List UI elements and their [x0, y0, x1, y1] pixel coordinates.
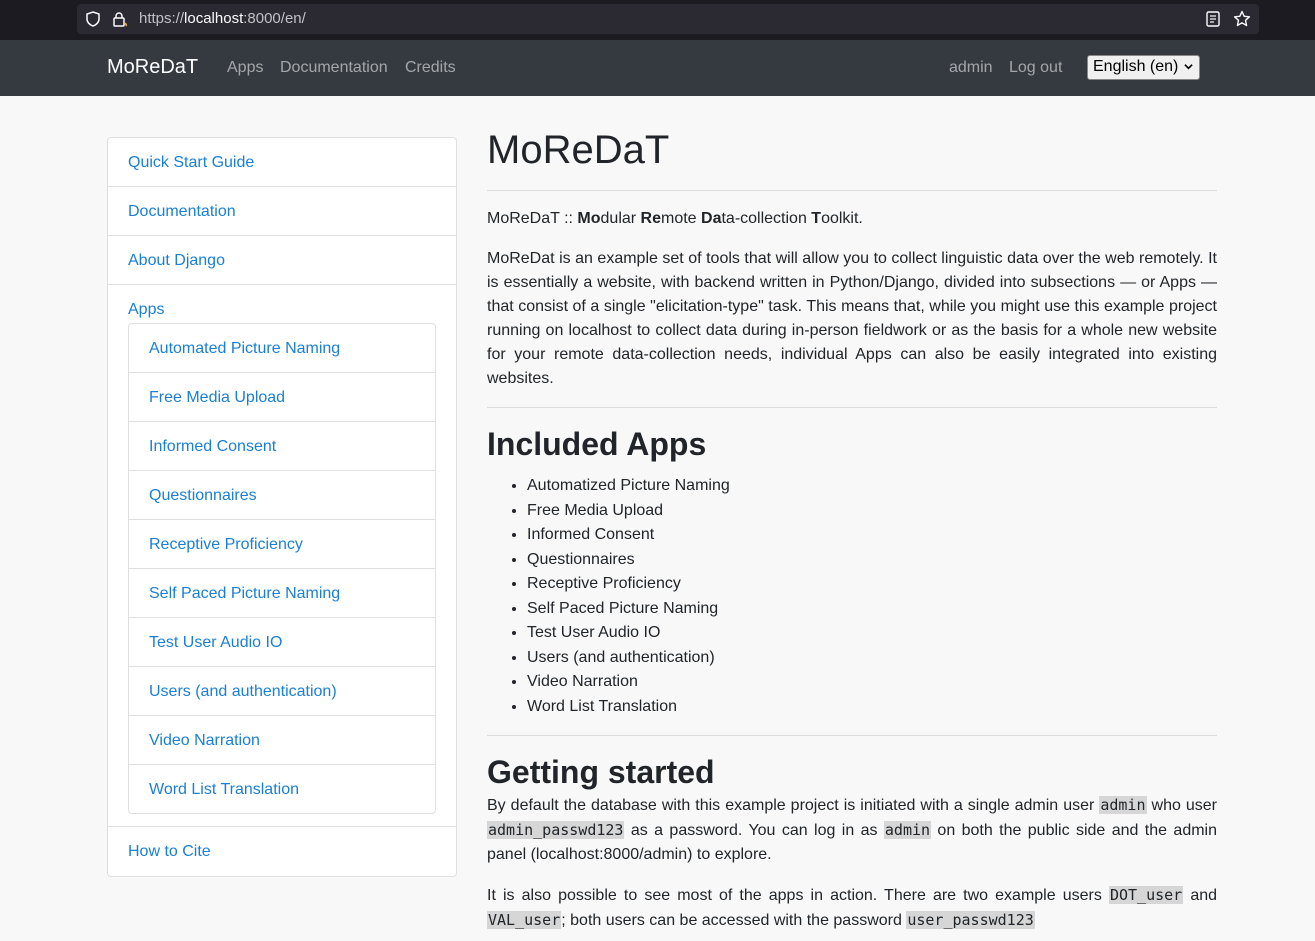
included-apps-heading: Included Apps [487, 426, 707, 462]
list-item: Users (and authentication) [527, 646, 1217, 671]
main-content: MoReDaT MoReDaT :: Modular Remote Data-c… [487, 118, 1217, 933]
page-title: MoReDaT [487, 128, 670, 172]
code-inline: admin_passwd123 [487, 821, 625, 839]
tagline: MoReDaT :: Modular Remote Data-collectio… [487, 207, 1217, 231]
sidebar: Quick Start Guide Documentation About Dj… [107, 137, 457, 877]
url-path: :8000/en/ [243, 10, 306, 27]
site-navbar: MoReDaT Apps Documentation Credits admin… [0, 40, 1315, 96]
shield-icon[interactable] [85, 11, 101, 27]
lock-icon[interactable] [111, 11, 127, 27]
list-item: Free Media Upload [527, 499, 1217, 524]
getting-started-paragraph-1: By default the database with this exampl… [487, 793, 1217, 867]
list-item: Automatized Picture Naming [527, 474, 1217, 499]
code-inline: admin [1099, 796, 1147, 814]
chevron-down-icon [1184, 64, 1193, 70]
url-text[interactable]: https://localhost:8000/en/ [139, 10, 306, 27]
sidebar-app-item[interactable]: Free Media Upload [129, 373, 435, 422]
sidebar-app-item[interactable]: Automated Picture Naming [129, 324, 435, 373]
divider [487, 407, 1217, 408]
list-item: Receptive Proficiency [527, 572, 1217, 597]
sidebar-app-item[interactable]: Receptive Proficiency [129, 520, 435, 569]
nav-documentation-link[interactable]: Documentation [280, 59, 388, 77]
tagline-prefix: MoReDaT :: [487, 210, 578, 227]
tagline-text: dular [600, 210, 641, 227]
address-bar[interactable]: https://localhost:8000/en/ [77, 4, 1259, 34]
sidebar-app-item[interactable]: Test User Audio IO [129, 618, 435, 667]
text: as a password. You can log in as [624, 822, 884, 839]
list-item: Test User Audio IO [527, 621, 1217, 646]
sidebar-item-about-django[interactable]: About Django [108, 236, 456, 285]
tagline-bold: Re [640, 210, 661, 227]
tagline-text: mote [661, 210, 702, 227]
url-scheme: https:// [139, 10, 185, 27]
divider [487, 735, 1217, 736]
text: By default the database with this exampl… [487, 797, 1100, 814]
nav-user-link[interactable]: admin [949, 59, 993, 77]
text: who user [1146, 797, 1218, 814]
tagline-bold: Da [701, 210, 722, 227]
sidebar-item-how-to-cite[interactable]: How to Cite [108, 827, 456, 876]
sidebar-app-item[interactable]: Questionnaires [129, 471, 435, 520]
text: ; both users can be accessed with the pa… [561, 912, 907, 929]
browser-toolbar: https://localhost:8000/en/ [0, 0, 1315, 40]
sidebar-app-item[interactable]: Word List Translation [129, 765, 435, 813]
code-inline: user_passwd123 [906, 911, 1035, 929]
sidebar-app-item[interactable]: Video Narration [129, 716, 435, 765]
intro-paragraph: MoReDat is an example set of tools that … [487, 250, 1217, 387]
divider [487, 190, 1217, 191]
list-item: Word List Translation [527, 695, 1217, 720]
brand-logo[interactable]: MoReDaT [107, 56, 198, 79]
language-select-value: English (en) [1093, 58, 1179, 75]
list-item: Informed Consent [527, 523, 1217, 548]
sidebar-apps-section: Apps Automated Picture Naming Free Media… [108, 285, 456, 827]
included-apps-list: Automatized Picture Naming Free Media Up… [487, 474, 1217, 719]
language-select[interactable]: English (en) [1087, 55, 1200, 80]
code-inline: DOT_user [1108, 886, 1184, 904]
nav-logout-link[interactable]: Log out [1009, 59, 1062, 77]
getting-started-heading: Getting started [487, 754, 715, 790]
bookmark-star-icon[interactable] [1233, 10, 1251, 28]
code-inline: VAL_user [487, 911, 562, 929]
sidebar-app-item[interactable]: Informed Consent [129, 422, 435, 471]
list-item: Self Paced Picture Naming [527, 597, 1217, 622]
code-inline: admin [883, 821, 932, 839]
sidebar-app-item[interactable]: Self Paced Picture Naming [129, 569, 435, 618]
sidebar-item-documentation[interactable]: Documentation [108, 187, 456, 236]
sidebar-apps-list: Automated Picture Naming Free Media Uplo… [128, 323, 436, 814]
tagline-text: oolkit. [821, 210, 863, 227]
reader-view-icon[interactable] [1205, 11, 1221, 27]
sidebar-item-apps[interactable]: Apps [128, 301, 436, 319]
nav-credits-link[interactable]: Credits [405, 59, 456, 77]
list-item: Questionnaires [527, 548, 1217, 573]
text: It is also possible to see most of the a… [487, 887, 1109, 904]
url-host: localhost [184, 10, 244, 27]
getting-started-paragraph-2: It is also possible to see most of the a… [487, 883, 1217, 933]
tagline-bold: Mo [577, 210, 601, 227]
tagline-bold: T [811, 210, 822, 227]
sidebar-item-quick-start[interactable]: Quick Start Guide [108, 138, 456, 187]
list-item: Video Narration [527, 670, 1217, 695]
nav-apps-link[interactable]: Apps [227, 59, 263, 77]
sidebar-app-item[interactable]: Users (and authentication) [129, 667, 435, 716]
text: and [1183, 887, 1218, 904]
tagline-text: ta-collection [721, 210, 812, 227]
